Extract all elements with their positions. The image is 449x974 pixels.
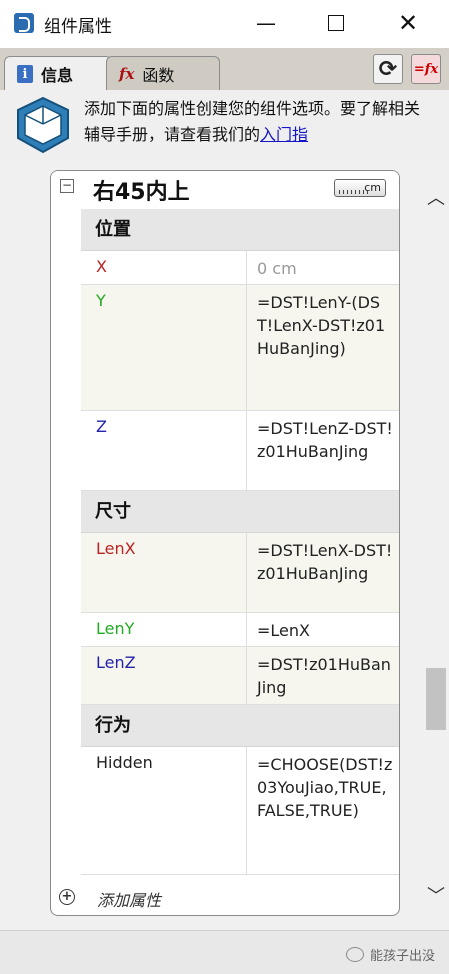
component-cube-icon [17,96,69,154]
attr-name: Hidden [81,747,247,874]
component-header: − 右45内上 cm [51,171,399,209]
attr-value-input[interactable]: =LenX [247,613,399,646]
window-title: 组件属性 [44,17,112,37]
unit-ruler-badge[interactable]: cm [334,179,386,197]
wechat-icon [345,947,364,962]
vertical-scrollbar[interactable]: ︿ ﹀ [423,170,449,914]
maximize-icon [328,15,344,31]
attr-name: LenY [81,613,247,646]
info-description: 添加下面的属性创建您的组件选项。要了解相关辅导手册，请查看我们的入门指 [84,96,434,148]
scroll-up-icon[interactable]: ︿ [427,184,445,210]
fx-icon: fx [119,65,135,83]
scroll-down-icon[interactable]: ﹀ [427,882,445,908]
attr-value-input[interactable]: =DST!LenX-DST!z01HuBanJing [247,533,399,612]
attr-value-input[interactable]: =CHOOSE(DST!z03YouJiao,TRUE,FALSE,TRUE) [247,747,399,874]
attr-row-z: Z =DST!LenZ-DST!z01HuBanJing [81,411,399,491]
attr-row-y: Y =DST!LenY-(DST!LenX-DST!z01HuBanJing) [81,285,399,411]
attr-name: Y [81,285,247,410]
attr-name: X [81,251,247,284]
component-name: 右45内上 [93,180,190,205]
close-button[interactable]: ✕ [390,6,426,40]
attr-row-lenx: LenX =DST!LenX-DST!z01HuBanJing [81,533,399,613]
ruler-icon [339,190,369,194]
attr-row-lenz: LenZ =DST!z01HuBanJing [81,647,399,705]
attr-value-input[interactable]: =DST!LenZ-DST!z01HuBanJing [247,411,399,490]
maximize-button[interactable] [318,6,354,40]
section-size: 尺寸 [81,491,399,533]
tab-bar: i 信息 fx 函数 ⟳ =fx [0,48,449,91]
watermark: 能孩子出没 [345,945,435,964]
refresh-button[interactable]: ⟳ [373,54,403,84]
add-circle-icon[interactable]: + [59,889,75,905]
component-attributes-panel: − 右45内上 cm 位置 X 0 cm Y =DST!LenY-(DST!Le… [50,170,400,916]
tab-functions[interactable]: fx 函数 [106,56,220,91]
getting-started-link[interactable]: 入门指 [260,125,308,144]
watermark-text: 能孩子出没 [369,949,435,964]
attr-value-input[interactable]: =DST!z01HuBanJing [247,647,399,704]
attr-value-input[interactable]: 0 cm [247,251,399,284]
tab-info-label: 信息 [41,66,74,85]
section-behavior: 行为 [81,705,399,747]
attr-row-leny: LenY =LenX [81,613,399,647]
info-header: 添加下面的属性创建您的组件选项。要了解相关辅导手册，请查看我们的入门指 [0,90,449,162]
add-attribute-label: 添加属性 [97,891,162,910]
attr-name: Z [81,411,247,490]
info-icon: i [17,65,33,83]
section-position: 位置 [81,209,399,251]
add-attribute-row[interactable]: + 添加属性 [51,881,399,915]
formula-view-button[interactable]: =fx [411,54,441,84]
tab-info[interactable]: i 信息 [4,56,112,91]
attr-row-hidden: Hidden =CHOOSE(DST!z03YouJiao,TRUE,FALSE… [81,747,399,875]
status-bar: 能孩子出没 [0,930,449,974]
attr-row-x: X 0 cm [81,251,399,285]
scroll-thumb[interactable] [426,668,446,730]
info-text: 添加下面的属性创建您的组件选项。要了解相关辅导手册，请查看我们的 [84,99,421,144]
tab-functions-label: 函数 [142,66,175,85]
collapse-toggle[interactable]: − [60,179,74,193]
attr-name: LenX [81,533,247,612]
minimize-button[interactable]: — [248,6,284,40]
attr-value-input[interactable]: =DST!LenY-(DST!LenX-DST!z01HuBanJing) [247,285,399,410]
attribute-rows: 位置 X 0 cm Y =DST!LenY-(DST!LenX-DST!z01H… [81,209,399,875]
attr-name: LenZ [81,647,247,704]
title-bar: 组件属性 — ✕ [0,0,449,49]
sketchup-app-icon [14,13,34,33]
